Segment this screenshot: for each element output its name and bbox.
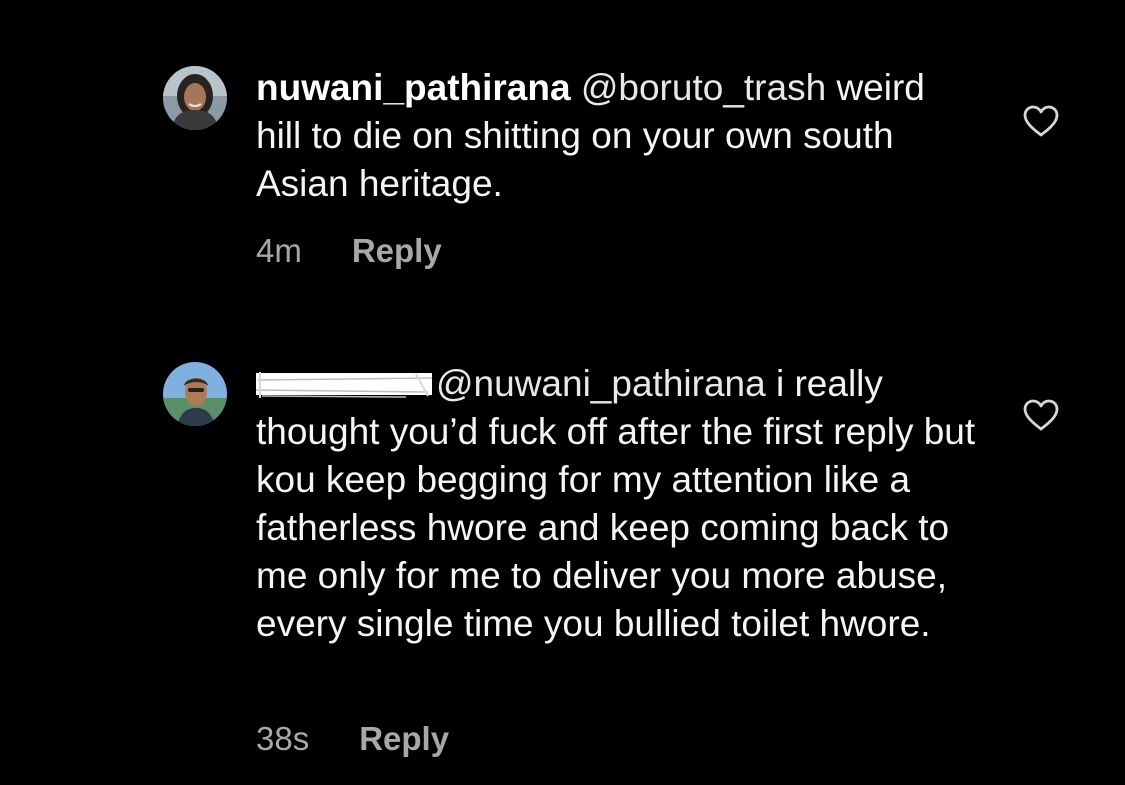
comment-text: @nuwani_pathirana i really thought you’d…: [255, 360, 976, 648]
avatar[interactable]: [163, 362, 227, 426]
heart-outline-icon[interactable]: [1022, 104, 1060, 138]
comment-mention[interactable]: @boruto_trash: [581, 67, 826, 108]
comment-mention[interactable]: @nuwani_pathirana: [436, 363, 766, 404]
comment-username[interactable]: nuwani_pathirana: [256, 67, 571, 108]
comment-meta: 38s Reply: [256, 720, 449, 758]
heart-outline-icon[interactable]: [1022, 398, 1060, 432]
profile-photo-icon: [163, 362, 227, 426]
reply-button[interactable]: Reply: [352, 232, 442, 270]
profile-photo-icon: [163, 66, 227, 130]
comment-body: i really thought you’d fuck off after th…: [256, 363, 976, 644]
redacted-username: [255, 364, 433, 398]
reply-button[interactable]: Reply: [359, 720, 449, 758]
comment-meta: 4m Reply: [256, 232, 442, 270]
avatar[interactable]: [163, 66, 227, 130]
comment-text: nuwani_pathirana @boruto_trash weird hil…: [256, 64, 976, 208]
comment-timestamp: 38s: [256, 720, 310, 757]
comment-timestamp: 4m: [256, 232, 302, 269]
